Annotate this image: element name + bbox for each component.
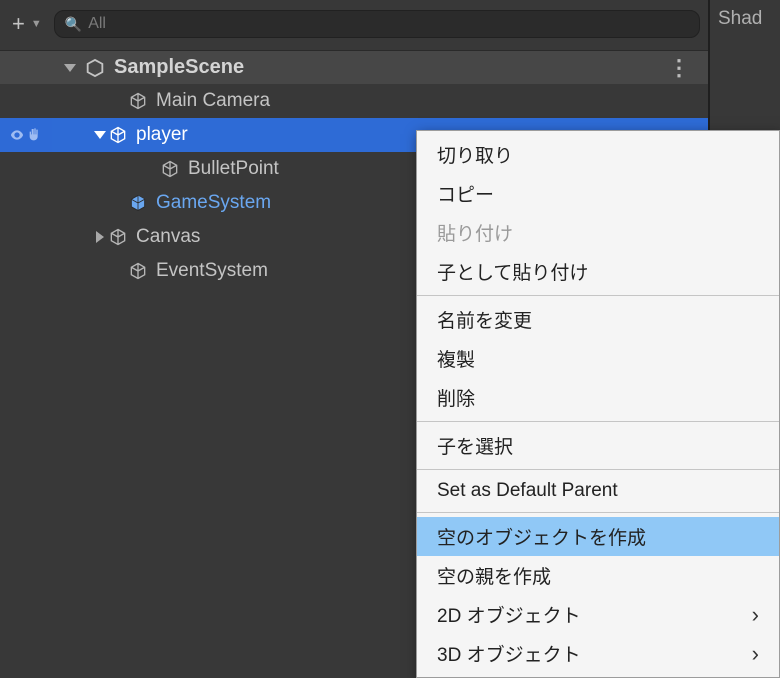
tree-item-label: GameSystem xyxy=(156,192,271,214)
cube-icon xyxy=(160,159,180,179)
ctx-copy[interactable]: コピー xyxy=(417,174,779,213)
ctx-delete[interactable]: 削除 xyxy=(417,378,779,417)
cube-icon xyxy=(128,261,148,281)
kebab-icon[interactable]: ⋮ xyxy=(668,55,692,81)
chevron-right-icon[interactable] xyxy=(92,231,108,243)
search-input[interactable]: 🔍 All xyxy=(54,10,700,38)
eye-icon[interactable] xyxy=(9,127,25,143)
side-panel-title: Shad xyxy=(718,8,762,29)
create-button[interactable]: + ▼ xyxy=(8,11,46,37)
scene-header[interactable]: SampleScene ⋮ xyxy=(0,50,708,84)
search-icon: 🔍 xyxy=(65,16,82,33)
ctx-separator xyxy=(417,512,779,513)
ctx-3d-object[interactable]: 3D オブジェクト xyxy=(417,634,779,673)
tree-item-label: Main Camera xyxy=(156,90,270,112)
visibility-gutter xyxy=(0,118,52,152)
ctx-select-children[interactable]: 子を選択 xyxy=(417,426,779,465)
ctx-separator xyxy=(417,295,779,296)
tree-item-main-camera[interactable]: Main Camera xyxy=(0,84,708,118)
unity-icon xyxy=(84,57,106,79)
chevron-down-icon[interactable] xyxy=(64,64,76,72)
ctx-separator xyxy=(417,421,779,422)
plus-icon: + xyxy=(12,11,25,37)
ctx-create-empty-parent[interactable]: 空の親を作成 xyxy=(417,556,779,595)
ctx-set-default-parent[interactable]: Set as Default Parent xyxy=(417,474,779,508)
hierarchy-toolbar: + ▼ 🔍 All xyxy=(0,0,708,50)
ctx-paste: 貼り付け xyxy=(417,213,779,252)
cube-icon xyxy=(108,125,128,145)
tree-item-label: EventSystem xyxy=(156,260,268,282)
hand-icon[interactable] xyxy=(27,127,43,143)
tree-item-label: BulletPoint xyxy=(188,158,279,180)
cube-icon xyxy=(108,227,128,247)
tree-item-label: Canvas xyxy=(136,226,200,248)
context-menu: 切り取り コピー 貼り付け 子として貼り付け 名前を変更 複製 削除 子を選択 … xyxy=(416,130,780,678)
cube-icon xyxy=(128,91,148,111)
chevron-down-icon: ▼ xyxy=(31,18,42,30)
search-placeholder: All xyxy=(88,15,106,33)
ctx-create-empty[interactable]: 空のオブジェクトを作成 xyxy=(417,517,779,556)
ctx-2d-object[interactable]: 2D オブジェクト xyxy=(417,595,779,634)
scene-name: SampleScene xyxy=(114,56,244,79)
tree-item-label: player xyxy=(136,124,188,146)
ctx-cut[interactable]: 切り取り xyxy=(417,135,779,174)
prefab-cube-icon xyxy=(128,193,148,213)
ctx-paste-as-child[interactable]: 子として貼り付け xyxy=(417,252,779,291)
ctx-separator xyxy=(417,469,779,470)
ctx-rename[interactable]: 名前を変更 xyxy=(417,300,779,339)
ctx-duplicate[interactable]: 複製 xyxy=(417,339,779,378)
chevron-down-icon[interactable] xyxy=(92,131,108,139)
